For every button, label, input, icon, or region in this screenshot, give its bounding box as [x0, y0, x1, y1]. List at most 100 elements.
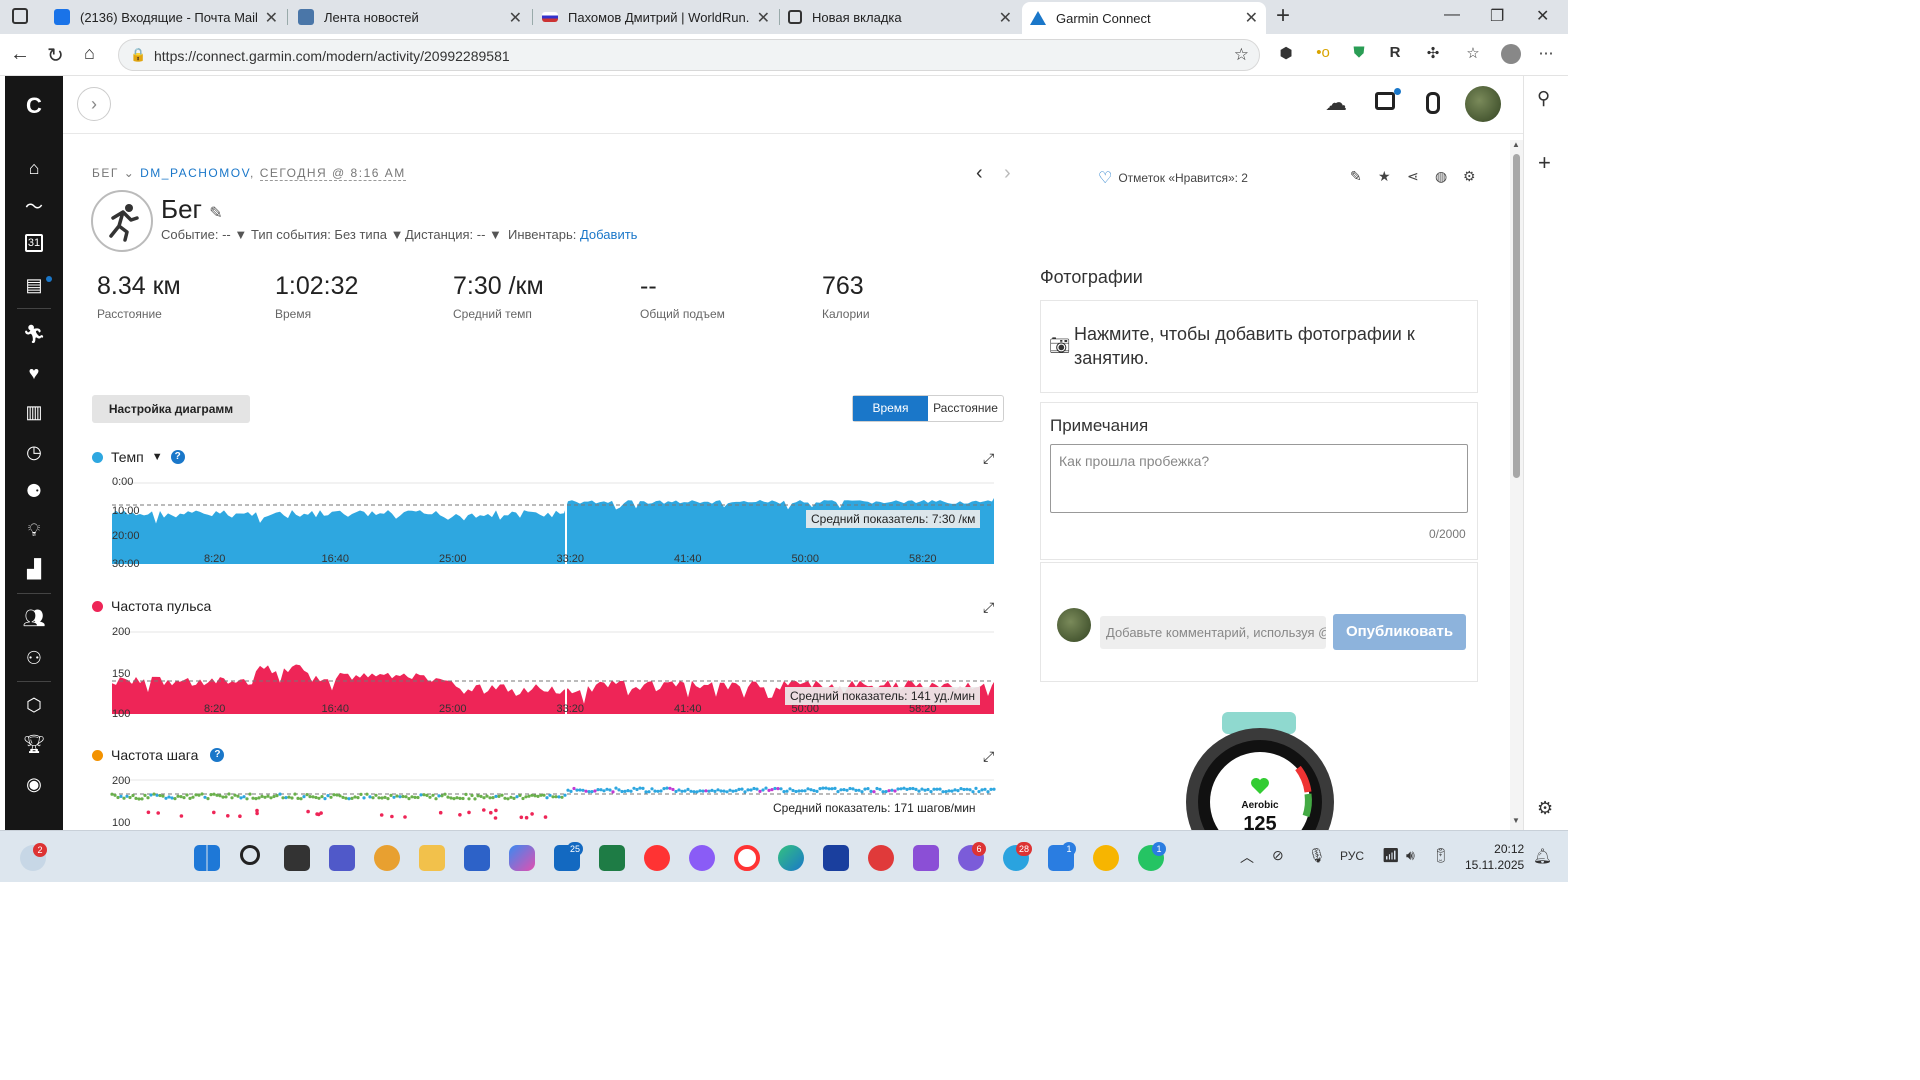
tab-actions-icon[interactable]: [12, 8, 28, 24]
trophy-icon[interactable]: 🏆︎: [22, 732, 46, 756]
search-icon[interactable]: [240, 845, 260, 865]
volume-icon[interactable]: 🔊︎: [1406, 847, 1415, 864]
site-info-icon[interactable]: 🔒: [130, 47, 146, 63]
chevron-down-icon[interactable]: ▼: [152, 451, 163, 463]
stopwatch-icon[interactable]: ◷: [22, 440, 46, 464]
excel-icon[interactable]: [599, 845, 625, 871]
close-icon[interactable]: ✕: [265, 8, 278, 28]
help-icon[interactable]: ?: [170, 450, 185, 464]
new-tab-button[interactable]: +: [1276, 2, 1290, 30]
back-icon[interactable]: ←: [10, 43, 30, 66]
privacy-globe-icon[interactable]: ◍: [1435, 168, 1447, 185]
user-link[interactable]: DM_PACHOMOV: [140, 166, 250, 180]
activity-type-dropdown[interactable]: БЕГ: [92, 166, 119, 180]
insights-bulb-icon[interactable]: 💡︎: [22, 518, 46, 542]
l-app-icon[interactable]: [823, 845, 849, 871]
close-icon[interactable]: ✕: [1245, 8, 1258, 28]
share-icon[interactable]: ⋖: [1407, 168, 1419, 185]
close-icon[interactable]: ✕: [999, 8, 1012, 28]
event-type-dropdown[interactable]: Тип события: Без типа ▼: [251, 227, 403, 242]
yandex-browser-icon[interactable]: [734, 845, 760, 871]
comment-input[interactable]: Добавьте комментарий, используя @: [1100, 616, 1326, 649]
settings-gear-icon[interactable]: ⚙: [1537, 798, 1553, 819]
extension-adguard-icon[interactable]: ⛊: [1349, 44, 1369, 64]
maximize-button[interactable]: ❐: [1490, 6, 1504, 26]
yandex-icon[interactable]: [644, 845, 670, 871]
badges-icon[interactable]: ⬡: [22, 693, 46, 717]
inbox-icon[interactable]: [1375, 92, 1395, 110]
reload-icon[interactable]: ↻: [47, 43, 64, 68]
notifications-icon[interactable]: 🔔︎: [1533, 847, 1552, 865]
calendar-icon[interactable]: 31: [25, 234, 43, 252]
battery-icon[interactable]: 🔋︎: [1432, 847, 1450, 864]
minimize-button[interactable]: —: [1444, 6, 1460, 24]
garmin-logo-icon[interactable]: C: [22, 94, 46, 118]
alice-icon[interactable]: [689, 845, 715, 871]
store-icon[interactable]: [464, 845, 490, 871]
home-icon[interactable]: ⌂: [22, 156, 46, 180]
tab-vk[interactable]: Лента новостей ✕: [290, 2, 530, 32]
favorite-star-icon[interactable]: ★: [1378, 168, 1391, 185]
event-dropdown[interactable]: Событие: -- ▼: [161, 227, 247, 242]
connections-icon[interactable]: 👥︎: [22, 606, 46, 630]
challenges-icon[interactable]: ◉: [22, 772, 46, 796]
likes-button[interactable]: ♡ Отметок «Нравится»: 2: [1098, 168, 1248, 188]
page-scrollbar[interactable]: ▲ ▼: [1510, 140, 1523, 830]
activity-chart-icon[interactable]: 〜: [22, 195, 46, 219]
close-window-button[interactable]: ✕: [1536, 6, 1549, 26]
activities-icon[interactable]: 🏃︎: [22, 322, 46, 346]
health-heart-icon[interactable]: ♥: [22, 361, 46, 385]
tab-mail[interactable]: (2136) Входящие - Почта Mail ✕: [46, 2, 286, 32]
next-activity-icon[interactable]: ›: [1004, 162, 1011, 185]
gear-shoe-icon[interactable]: ⚈: [22, 479, 46, 503]
add-sidebar-icon[interactable]: +: [1538, 150, 1551, 176]
notes-textarea[interactable]: Как прошла пробежка?: [1050, 444, 1468, 513]
network-off-icon[interactable]: ⊘: [1272, 847, 1284, 864]
tray-chevron-icon[interactable]: ︿: [1240, 847, 1254, 867]
expand-chart-icon[interactable]: ⤢: [983, 599, 994, 616]
profile-avatar-icon[interactable]: [1501, 44, 1521, 64]
extension-shield-icon[interactable]: ⬢: [1276, 44, 1296, 64]
publish-button[interactable]: Опубликовать: [1333, 614, 1466, 650]
groups-icon[interactable]: ⚇: [22, 646, 46, 670]
m365-icon[interactable]: [509, 845, 535, 871]
extensions-puzzle-icon[interactable]: ✣: [1423, 44, 1443, 64]
device-watch-icon[interactable]: [1426, 92, 1440, 114]
news-feed-icon[interactable]: ▤: [22, 273, 46, 297]
stats-bars-icon[interactable]: ▥: [22, 400, 46, 424]
task-view-icon[interactable]: [284, 845, 310, 871]
url-field[interactable]: 🔒 https://connect.garmin.com/modern/acti…: [118, 39, 1260, 71]
reports-icon[interactable]: ▟: [22, 557, 46, 581]
activity-date[interactable]: СЕГОДНЯ @ 8:16 AM: [259, 166, 406, 181]
tab-garmin[interactable]: Garmin Connect ✕: [1022, 2, 1266, 34]
start-windows-icon[interactable]: [194, 845, 220, 871]
top-app-icon[interactable]: [913, 845, 939, 871]
expand-chart-icon[interactable]: ⤢: [983, 748, 994, 765]
chevron-down-icon[interactable]: ⌄: [124, 166, 136, 180]
tab-worldrun[interactable]: Пахомов Дмитрий | WorldRun.or ✕: [534, 2, 778, 32]
distance-dropdown[interactable]: Дистанция: -- ▼: [405, 227, 502, 242]
home-icon[interactable]: ⌂: [84, 43, 95, 64]
clock[interactable]: 20:12 15.11.2025: [1465, 841, 1524, 873]
maps-app-icon[interactable]: [868, 845, 894, 871]
music-icon[interactable]: [1093, 845, 1119, 871]
close-icon[interactable]: ✕: [509, 8, 522, 28]
search-icon[interactable]: ⚲: [1537, 88, 1550, 109]
prev-activity-icon[interactable]: ‹: [976, 162, 983, 185]
user-avatar[interactable]: [1465, 86, 1501, 122]
paint-icon[interactable]: [374, 845, 400, 871]
favorite-star-icon[interactable]: ☆: [1234, 45, 1249, 65]
edge-icon[interactable]: [778, 845, 804, 871]
expand-chart-icon[interactable]: ⤢: [983, 450, 994, 467]
extension-key-icon[interactable]: •o: [1313, 44, 1333, 64]
help-icon[interactable]: ?: [210, 748, 225, 762]
tab-new[interactable]: Новая вкладка ✕: [780, 2, 1020, 32]
chart-settings-button[interactable]: Настройка диаграмм: [92, 395, 250, 423]
favorites-icon[interactable]: ☆: [1463, 44, 1483, 64]
expand-sidebar-button[interactable]: ›: [77, 87, 111, 121]
mic-icon[interactable]: 🎙︎: [1308, 847, 1326, 864]
extension-r-icon[interactable]: R: [1385, 44, 1405, 64]
upload-cloud-icon[interactable]: ☁: [1325, 90, 1347, 116]
edit-pencil-icon[interactable]: ✎: [209, 205, 222, 222]
settings-gear-icon[interactable]: ⚙: [1463, 168, 1476, 185]
